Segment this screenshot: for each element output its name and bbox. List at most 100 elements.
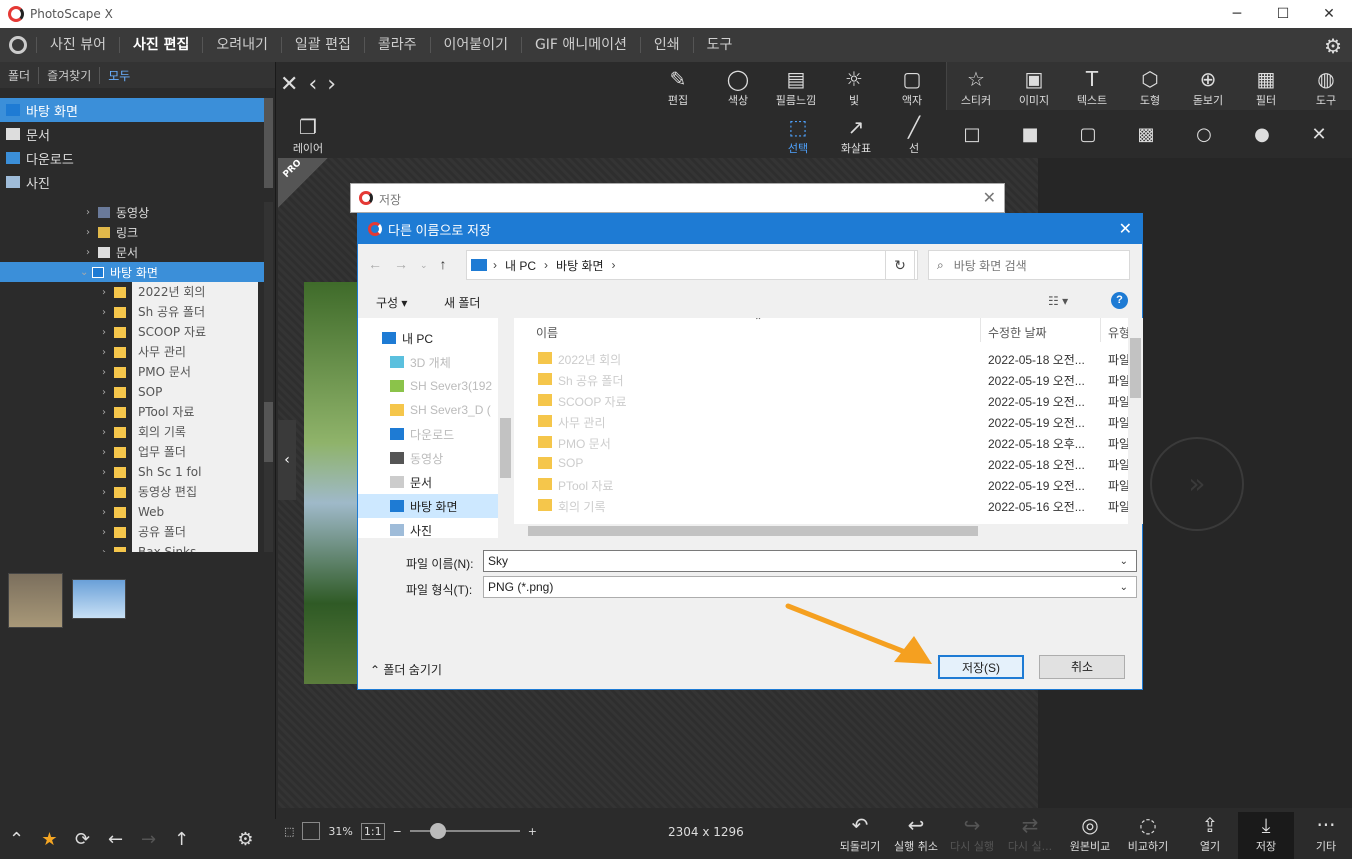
dialog-close-icon[interactable]: ✕: [1119, 219, 1132, 239]
settings-gear-icon[interactable]: ⚙: [1324, 34, 1342, 58]
nav-item-documents[interactable]: 문서: [358, 470, 498, 494]
nav-item-desktop[interactable]: 바탕 화면: [358, 494, 498, 518]
filled-rounded-rectangle-icon[interactable]: ▩: [1134, 124, 1158, 145]
forward-arrow-icon[interactable]: →: [132, 829, 165, 850]
breadcrumb-pc[interactable]: 내 PC: [505, 257, 536, 274]
maximize-button[interactable]: ☐: [1260, 0, 1306, 28]
tree-scrollbar[interactable]: [264, 202, 273, 552]
file-row[interactable]: PMO 문서 2022-05-18 오후... 파일: [514, 432, 1142, 453]
recent-dropdown-icon[interactable]: ⌄: [420, 256, 428, 274]
next-photo-icon[interactable]: ›: [327, 72, 336, 97]
tree-subfolder-item[interactable]: › Bax Sinks: [0, 542, 264, 552]
tool-button[interactable]: ⬡ 도형: [1122, 66, 1178, 108]
file-vscroll-thumb[interactable]: [1130, 338, 1141, 398]
tree-subfolder-item[interactable]: › 2022년 회의: [0, 282, 264, 302]
address-bar[interactable]: › 내 PC › 바탕 화면 › ⌄: [466, 250, 918, 280]
close-window-button[interactable]: ✕: [1306, 0, 1352, 28]
expand-arrow-icon[interactable]: ›: [102, 347, 114, 358]
menu-batch[interactable]: 일괄 편집: [280, 37, 364, 53]
status-action-button[interactable]: ⇪ 열기: [1182, 812, 1238, 854]
thumbnail-photo[interactable]: [72, 579, 126, 619]
nav-item-pictures[interactable]: 사진: [358, 518, 498, 538]
nav-item-downloads[interactable]: 다운로드: [358, 422, 498, 446]
prev-photo-icon[interactable]: ‹: [308, 72, 317, 97]
tool-button[interactable]: ✎ 편집: [650, 66, 706, 108]
actual-size-button[interactable]: 1:1: [360, 822, 385, 840]
tree-subfolder-item[interactable]: › SOP: [0, 382, 264, 402]
column-name[interactable]: 이름: [536, 324, 558, 341]
close-editor-icon[interactable]: ✕: [280, 72, 298, 97]
expand-arrow-icon[interactable]: ›: [102, 467, 114, 478]
up-folder-icon[interactable]: ↑: [440, 256, 447, 274]
expand-arrow-icon[interactable]: ›: [102, 367, 114, 378]
menu-tools[interactable]: 도구: [692, 37, 746, 53]
tab-all[interactable]: 모두: [100, 67, 138, 84]
tree-item-links[interactable]: › 링크: [0, 222, 264, 242]
tree-subfolder-item[interactable]: › Web: [0, 502, 264, 522]
rectangle-icon[interactable]: □: [960, 124, 984, 145]
collapse-arrow-icon[interactable]: ⌄: [80, 267, 92, 278]
outer-dialog-close-icon[interactable]: ✕: [983, 188, 996, 207]
tool-button[interactable]: T 텍스트: [1064, 66, 1120, 108]
collapse-up-icon[interactable]: ⌃: [0, 829, 33, 850]
arrow-tool-button[interactable]: ↗ 화살표: [832, 114, 880, 156]
tree-item-documents[interactable]: › 문서: [0, 242, 264, 262]
zoom-out-icon[interactable]: −: [393, 825, 402, 838]
nav-scroll-thumb[interactable]: [500, 418, 511, 478]
zoom-in-icon[interactable]: +: [528, 825, 537, 838]
column-type[interactable]: 유형: [1108, 324, 1130, 341]
tool-button[interactable]: ◍ 도구: [1298, 66, 1352, 108]
filled-circle-icon[interactable]: ●: [1250, 124, 1274, 145]
select-button[interactable]: ⬚ 선택: [774, 114, 822, 156]
expand-arrow-icon[interactable]: ›: [102, 487, 114, 498]
expand-arrow-icon[interactable]: ›: [102, 447, 114, 458]
hide-folders-toggle[interactable]: ⌃ 폴더 숨기기: [370, 661, 442, 678]
cancel-button[interactable]: 취소: [1039, 655, 1125, 679]
file-row[interactable]: SOP 2022-05-18 오전... 파일: [514, 453, 1142, 474]
tool-button[interactable]: ▤ 필름느낌: [768, 66, 824, 108]
tree-subfolder-item[interactable]: › PTool 자료: [0, 402, 264, 422]
nav-item-network1[interactable]: SH Sever3(192: [358, 374, 498, 398]
tree-item-videos[interactable]: › 동영상: [0, 202, 264, 222]
tool-button[interactable]: ⊕ 돋보기: [1180, 66, 1236, 108]
close-tool-icon[interactable]: ✕: [1307, 124, 1331, 145]
tree-subfolder-item[interactable]: › SCOOP 자료: [0, 322, 264, 342]
photo-image[interactable]: [304, 282, 358, 684]
tree-subfolder-item[interactable]: › Sh Sc 1 fol: [0, 462, 264, 482]
tree-subfolder-item[interactable]: › 공유 폴더: [0, 522, 264, 542]
save-button[interactable]: 저장(S): [938, 655, 1024, 679]
breadcrumb-desktop[interactable]: 바탕 화면: [556, 257, 604, 274]
zoom-level[interactable]: 31%: [328, 825, 352, 838]
status-action-button[interactable]: ↶ 되돌리기: [832, 812, 888, 854]
tree-subfolder-item[interactable]: › 동영상 편집: [0, 482, 264, 502]
refresh-icon[interactable]: ⟳: [66, 829, 99, 850]
filename-dropdown-icon[interactable]: ⌄: [1120, 556, 1128, 567]
expand-arrow-icon[interactable]: ›: [86, 207, 98, 218]
expand-arrow-icon[interactable]: ›: [102, 427, 114, 438]
file-row[interactable]: Sh 공유 폴더 2022-05-19 오전... 파일: [514, 369, 1142, 390]
tree-item-desktop[interactable]: ⌄ 바탕 화면: [0, 262, 264, 282]
back-arrow-icon[interactable]: ←: [368, 256, 382, 274]
nav-item-network2[interactable]: SH Sever3_D (: [358, 398, 498, 422]
menu-cut-out[interactable]: 오려내기: [202, 37, 281, 53]
nav-item-videos[interactable]: 동영상: [358, 446, 498, 470]
status-action-button[interactable]: ··· 기타: [1298, 812, 1352, 854]
compare-view-icon[interactable]: [302, 822, 321, 840]
tool-button[interactable]: ☼ 빛: [826, 66, 882, 108]
file-row[interactable]: 2022년 회의 2022-05-18 오전... 파일: [514, 348, 1142, 369]
expand-arrow-icon[interactable]: ›: [102, 527, 114, 538]
file-row[interactable]: PTool 자료 2022-05-19 오전... 파일: [514, 474, 1142, 495]
file-list-vscrollbar[interactable]: [1128, 318, 1143, 524]
file-list-hscrollbar[interactable]: [514, 524, 1142, 538]
tree-subfolder-item[interactable]: › 회의 기록: [0, 422, 264, 442]
view-options-button[interactable]: ☷ ▾: [1048, 294, 1068, 308]
tab-folders[interactable]: 폴더: [0, 66, 40, 84]
expand-arrow-icon[interactable]: ›: [102, 307, 114, 318]
menu-collage[interactable]: 콜라주: [363, 37, 430, 53]
tree-subfolder-item[interactable]: › 사무 관리: [0, 342, 264, 362]
status-action-button[interactable]: ◌ 비교하기: [1120, 812, 1176, 854]
tree-subfolder-item[interactable]: › 업무 폴더: [0, 442, 264, 462]
tool-button[interactable]: ▢ 액자: [884, 66, 940, 108]
nav-item-3d[interactable]: 3D 개체: [358, 350, 498, 374]
expand-arrow-icon[interactable]: ›: [86, 227, 98, 238]
